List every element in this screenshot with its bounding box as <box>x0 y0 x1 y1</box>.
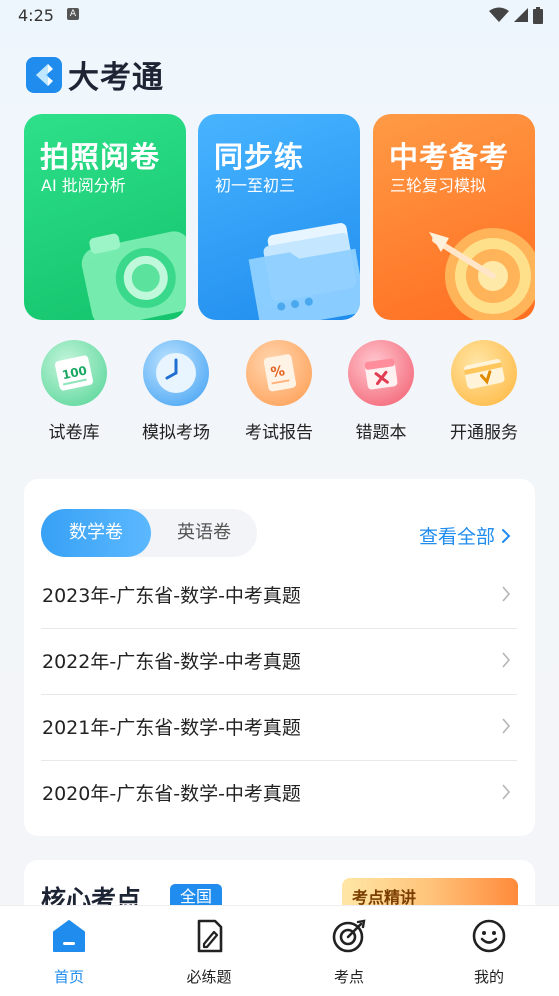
smile-icon <box>472 919 506 953</box>
target-icon <box>332 919 366 953</box>
quick-label: 模拟考场 <box>142 423 210 443</box>
card-sync-practice[interactable]: 同步练 初一至初三 <box>198 114 360 320</box>
view-all-link[interactable]: 查看全部 <box>419 522 511 549</box>
status-time: 4:25 <box>18 6 54 25</box>
chevron-right-icon <box>502 718 511 734</box>
signal-icon <box>514 8 528 22</box>
chevron-right-icon <box>502 784 511 800</box>
nav-label: 我的 <box>473 968 504 986</box>
nav-label: 必练题 <box>186 968 232 986</box>
quick-label: 错题本 <box>355 423 407 443</box>
quick-label: 试卷库 <box>48 423 100 443</box>
exam-list-item[interactable]: 2021年-广东省-数学-中考真题 <box>41 695 517 761</box>
notification-icon: A <box>67 8 79 20</box>
chevron-right-icon <box>502 528 511 543</box>
target-dart-icon <box>429 228 535 320</box>
exam-item-title: 2020年-广东省-数学-中考真题 <box>42 783 301 805</box>
quick-label: 考试报告 <box>245 423 313 443</box>
status-icons <box>489 6 543 24</box>
exam-item-title: 2023年-广东省-数学-中考真题 <box>42 585 301 607</box>
quick-paper-library[interactable]: 100 试卷库 <box>29 340 119 443</box>
exam-list-item[interactable]: 2023年-广东省-数学-中考真题 <box>41 563 517 629</box>
vip-card-icon <box>451 340 517 406</box>
quick-label: 开通服务 <box>450 423 518 443</box>
camera-icon <box>81 231 186 320</box>
card-subtitle: 三轮复习模拟 <box>390 176 487 195</box>
exam-item-title: 2021年-广东省-数学-中考真题 <box>42 717 301 739</box>
nav-mine[interactable]: 我的 <box>444 918 534 987</box>
nav-practice[interactable]: 必练题 <box>164 918 254 987</box>
app-name: 大考通 <box>68 60 164 96</box>
logo-icon <box>26 56 62 93</box>
quick-mock-exam[interactable]: 模拟考场 <box>131 340 221 443</box>
card-title: 同步练 <box>214 140 305 174</box>
nav-label: 考点 <box>333 968 364 986</box>
clock-icon <box>143 340 209 406</box>
wifi-icon <box>489 7 509 22</box>
exam-item-title: 2022年-广东省-数学-中考真题 <box>42 651 301 673</box>
tab-english[interactable]: 英语卷 <box>151 509 257 557</box>
nav-home[interactable]: 首页 <box>24 918 114 987</box>
report-icon: % <box>246 340 312 406</box>
view-all-label: 查看全部 <box>418 526 495 548</box>
app-logo: 大考通 <box>26 52 164 97</box>
status-bar: 4:25 A <box>0 0 559 30</box>
exam-paper-panel: 数学卷 英语卷 查看全部 2023年-广东省-数学-中考真题 2022年-广东省… <box>24 479 535 836</box>
card-title: 中考备考 <box>389 140 510 174</box>
exam-list-item[interactable]: 2022年-广东省-数学-中考真题 <box>41 629 517 695</box>
nav-topics[interactable]: 考点 <box>304 918 394 987</box>
chevron-right-icon <box>502 586 511 602</box>
chevron-right-icon <box>502 652 511 668</box>
card-title: 拍照阅卷 <box>40 140 161 174</box>
nav-label: 首页 <box>53 968 84 986</box>
card-exam-prep[interactable]: 中考备考 三轮复习模拟 <box>373 114 535 320</box>
card-photo-grading[interactable]: 拍照阅卷 AI 批阅分析 <box>24 114 186 320</box>
calendar-x-icon <box>348 340 414 406</box>
quick-open-service[interactable]: 开通服务 <box>439 340 529 443</box>
subject-tabs: 数学卷 英语卷 <box>41 509 257 557</box>
exam-list-item[interactable]: 2020年-广东省-数学-中考真题 <box>41 761 517 826</box>
card-subtitle: AI 批阅分析 <box>41 176 126 195</box>
bottom-nav: 首页 必练题 考点 我的 <box>0 905 559 996</box>
tab-math[interactable]: 数学卷 <box>41 509 151 557</box>
quick-exam-report[interactable]: % 考试报告 <box>234 340 324 443</box>
card-subtitle: 初一至初三 <box>215 176 296 195</box>
quick-mistake-book[interactable]: 错题本 <box>336 340 426 443</box>
paper-100-icon: 100 <box>41 340 107 406</box>
folder-icon <box>248 223 360 320</box>
home-icon <box>53 920 85 952</box>
battery-icon <box>533 6 543 24</box>
svg-text:%: % <box>270 363 287 381</box>
practice-icon <box>197 919 223 953</box>
